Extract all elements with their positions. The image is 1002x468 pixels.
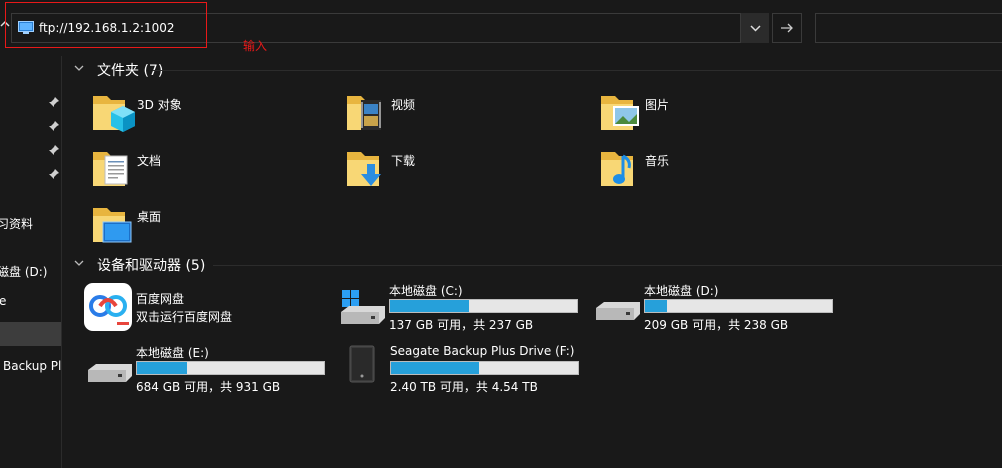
address-history-dropdown[interactable] [740, 13, 769, 43]
folder-videos[interactable]: 视频 [345, 90, 595, 140]
drive-free-space: 2.40 TB 可用，共 4.54 TB [390, 380, 538, 394]
folder-label: 文档 [137, 154, 162, 168]
annotation-label: 输入 [243, 39, 268, 53]
go-button[interactable] [772, 13, 802, 43]
drive-f[interactable]: Seagate Backup Plus Drive (F:) 2.40 TB 可… [340, 344, 590, 394]
drive-label: 本地磁盘 (E:) [136, 346, 209, 360]
nav-item-e[interactable]: e [0, 294, 6, 308]
folder-videos-icon [347, 96, 381, 130]
navigation-pane: 习资料 磁盘 (D:) e Backup Plu [0, 56, 62, 468]
nav-item-study-materials[interactable]: 习资料 [0, 215, 33, 232]
folder-music-icon [601, 152, 633, 186]
drive-d[interactable]: 本地磁盘 (D:) 209 GB 可用，共 238 GB [594, 282, 844, 332]
content-pane: 文件夹 (7) 3D 对象 视频 图片 文档 下载 音乐 桌面 设备和驱动器 (… [63, 56, 1002, 468]
pin-icon [48, 96, 60, 108]
folder-documents-icon [93, 152, 128, 186]
folder-label: 3D 对象 [137, 98, 182, 112]
folder-downloads-icon [347, 152, 381, 186]
chevron-down-icon[interactable] [73, 257, 85, 269]
drive-usage-fill [391, 362, 479, 374]
folder-desktop-icon [93, 208, 132, 243]
drive-free-space: 209 GB 可用，共 238 GB [644, 318, 789, 332]
arrow-right-icon [781, 23, 793, 33]
drive-usage-fill [390, 300, 469, 312]
drive-free-space: 684 GB 可用，共 931 GB [136, 380, 281, 394]
devices-group-header[interactable]: 设备和驱动器 (5) [73, 255, 1002, 275]
drive-usage-bar [390, 361, 579, 375]
folder-pictures[interactable]: 图片 [599, 90, 849, 140]
pin-icon [48, 120, 60, 132]
app-sublabel: 双击运行百度网盘 [136, 310, 233, 324]
windows-drive-icon [341, 290, 385, 324]
drive-c[interactable]: 本地磁盘 (C:) 137 GB 可用，共 237 GB [339, 282, 589, 332]
folder-label: 下载 [391, 154, 416, 168]
drive-e[interactable]: 本地磁盘 (E:) 684 GB 可用，共 931 GB [86, 344, 336, 394]
hard-drive-icon [88, 364, 132, 382]
folder-label: 音乐 [645, 154, 670, 168]
drive-usage-bar [644, 299, 833, 313]
chevron-down-icon[interactable] [73, 62, 85, 74]
drive-label: 本地磁盘 (D:) [644, 284, 719, 298]
folder-3d-objects-icon [93, 96, 135, 132]
folder-3d-objects[interactable]: 3D 对象 [91, 90, 341, 140]
hard-drive-icon [596, 302, 640, 320]
drive-usage-bar [389, 299, 578, 313]
folder-documents[interactable]: 文档 [91, 146, 341, 196]
folders-group-header[interactable]: 文件夹 (7) [73, 60, 1002, 80]
pin-icon [48, 144, 60, 156]
folder-label: 桌面 [137, 210, 162, 224]
drive-label: Seagate Backup Plus Drive (F:) [390, 344, 575, 358]
folder-pictures-icon [601, 96, 639, 130]
pin-icon [48, 168, 60, 180]
external-drive-icon [349, 345, 375, 383]
folder-label: 图片 [645, 98, 670, 112]
group-divider [213, 265, 1002, 266]
nav-item-drive-d[interactable]: 磁盘 (D:) [0, 263, 47, 280]
baidu-netdisk-app[interactable]: 百度网盘 双击运行百度网盘 [83, 282, 313, 332]
drive-usage-fill [645, 300, 668, 312]
drive-usage-fill [137, 362, 188, 374]
highlight-box [5, 2, 207, 48]
folder-label: 视频 [391, 98, 416, 112]
nav-item-seagate-backup[interactable]: Backup Plu [3, 359, 61, 373]
app-label: 百度网盘 [136, 292, 185, 306]
devices-group-title: 设备和驱动器 (5) [97, 258, 206, 274]
address-toolbar: ftp://192.168.1.2:1002 输入 [0, 0, 1002, 56]
folder-music[interactable]: 音乐 [599, 146, 849, 196]
baidu-netdisk-icon [84, 283, 132, 331]
group-divider [153, 70, 1002, 71]
folder-desktop[interactable]: 桌面 [91, 202, 341, 252]
drive-free-space: 137 GB 可用，共 237 GB [389, 318, 534, 332]
folder-downloads[interactable]: 下载 [345, 146, 595, 196]
chevron-down-icon [750, 25, 761, 32]
drive-label: 本地磁盘 (C:) [389, 284, 463, 298]
nav-item-selected[interactable] [0, 322, 61, 346]
search-input[interactable] [815, 13, 1002, 43]
drive-usage-bar [136, 361, 325, 375]
